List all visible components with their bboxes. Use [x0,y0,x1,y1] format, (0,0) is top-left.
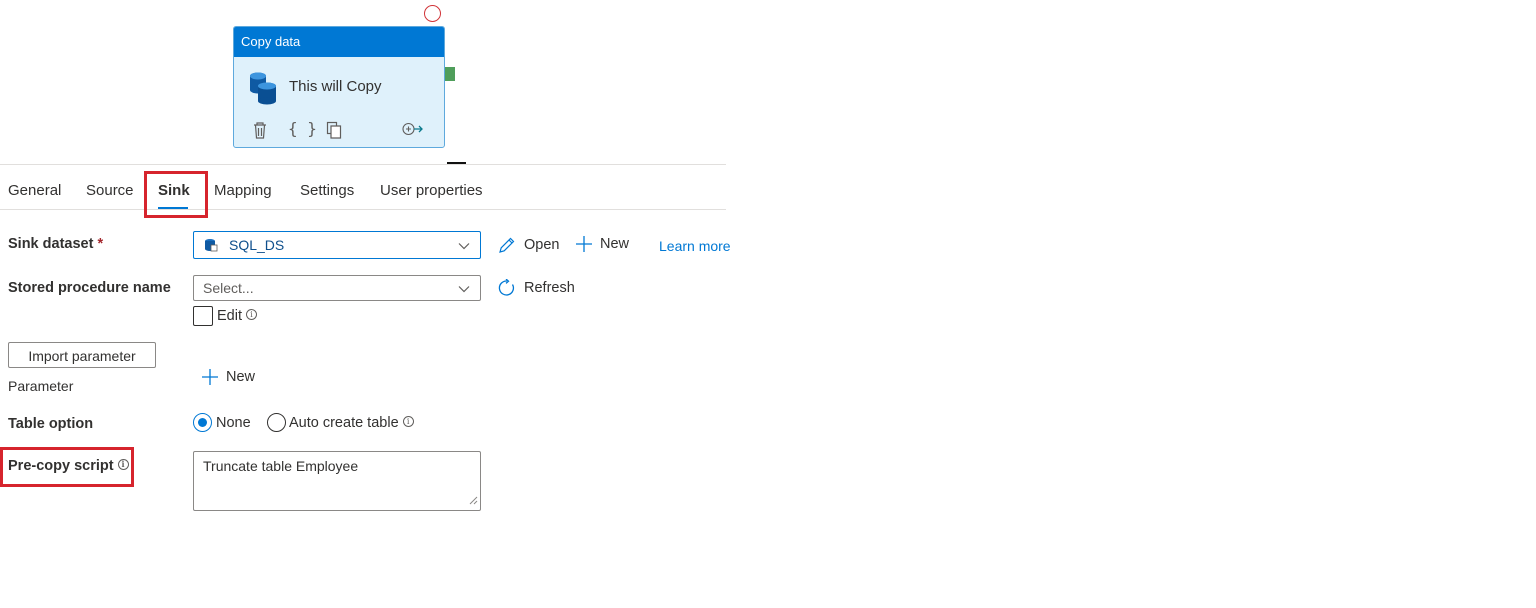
table-option-auto-create-label: Auto create table i [289,415,414,431]
tab-settings[interactable]: Settings [300,182,354,199]
tab-source[interactable]: Source [86,182,134,199]
tabs-divider [0,209,726,210]
info-icon[interactable]: i [117,459,129,470]
learn-more-link[interactable]: Learn more [659,238,731,254]
refresh-button[interactable]: Refresh [498,279,575,297]
table-option-auto-create-radio[interactable] [267,413,286,432]
open-dataset-button[interactable]: Open [498,236,559,254]
chevron-down-icon [458,237,470,253]
tab-general[interactable]: General [8,182,61,199]
sink-dataset-label: Sink dataset * [8,236,104,252]
open-label: Open [524,237,560,253]
new-parameter-button[interactable]: New [202,369,255,385]
refresh-icon [498,279,515,296]
code-braces-icon[interactable]: { } [288,119,317,138]
new-dataset-button[interactable]: New [576,236,629,252]
stored-procedure-label: Stored procedure name [8,280,171,296]
delete-icon[interactable] [252,121,268,143]
sql-dataset-icon [204,238,218,255]
stored-procedure-dropdown[interactable]: Select... [193,275,481,301]
refresh-label: Refresh [524,280,575,296]
info-icon[interactable]: i [246,309,257,320]
clone-icon[interactable] [326,121,342,143]
tab-mapping[interactable]: Mapping [214,182,272,199]
edit-checkbox[interactable] [193,306,213,326]
activity-name: This will Copy [289,78,382,95]
tab-user-properties[interactable]: User properties [380,182,483,199]
import-parameter-button[interactable]: Import parameter [8,342,156,368]
add-output-arrow-icon[interactable] [402,122,424,140]
new-label: New [600,236,630,252]
copy-data-icon [248,71,278,110]
sink-dataset-dropdown[interactable]: SQL_DS [193,231,481,259]
pre-copy-script-label: Pre-copy script i [8,458,129,474]
table-option-none-radio[interactable] [193,413,212,432]
success-output-handle[interactable] [445,67,455,81]
panel-divider [0,164,726,165]
copy-data-activity-card[interactable]: Copy data This will Copy { } [233,26,445,148]
parameter-label: Parameter [8,378,74,394]
pre-copy-script-textarea[interactable]: Truncate table Employee [193,451,481,511]
table-option-label: Table option [8,416,94,432]
new-label: New [226,369,256,385]
plus-icon [576,236,592,252]
activity-type-title: Copy data [234,27,444,57]
stored-procedure-placeholder: Select... [203,280,254,296]
resize-grip-icon[interactable] [469,492,478,508]
error-status-icon[interactable] [424,5,441,22]
pencil-icon [499,237,515,253]
info-icon[interactable]: i [402,416,414,427]
required-mark: * [97,236,104,252]
chevron-down-icon [458,280,470,296]
edit-checkbox-label: Edit i [217,308,257,324]
sink-tab-highlight [144,171,208,218]
pre-copy-script-value: Truncate table Employee [203,458,359,474]
sink-dataset-value: SQL_DS [229,237,285,253]
table-option-none-label: None [216,415,251,431]
plus-icon [202,369,218,385]
